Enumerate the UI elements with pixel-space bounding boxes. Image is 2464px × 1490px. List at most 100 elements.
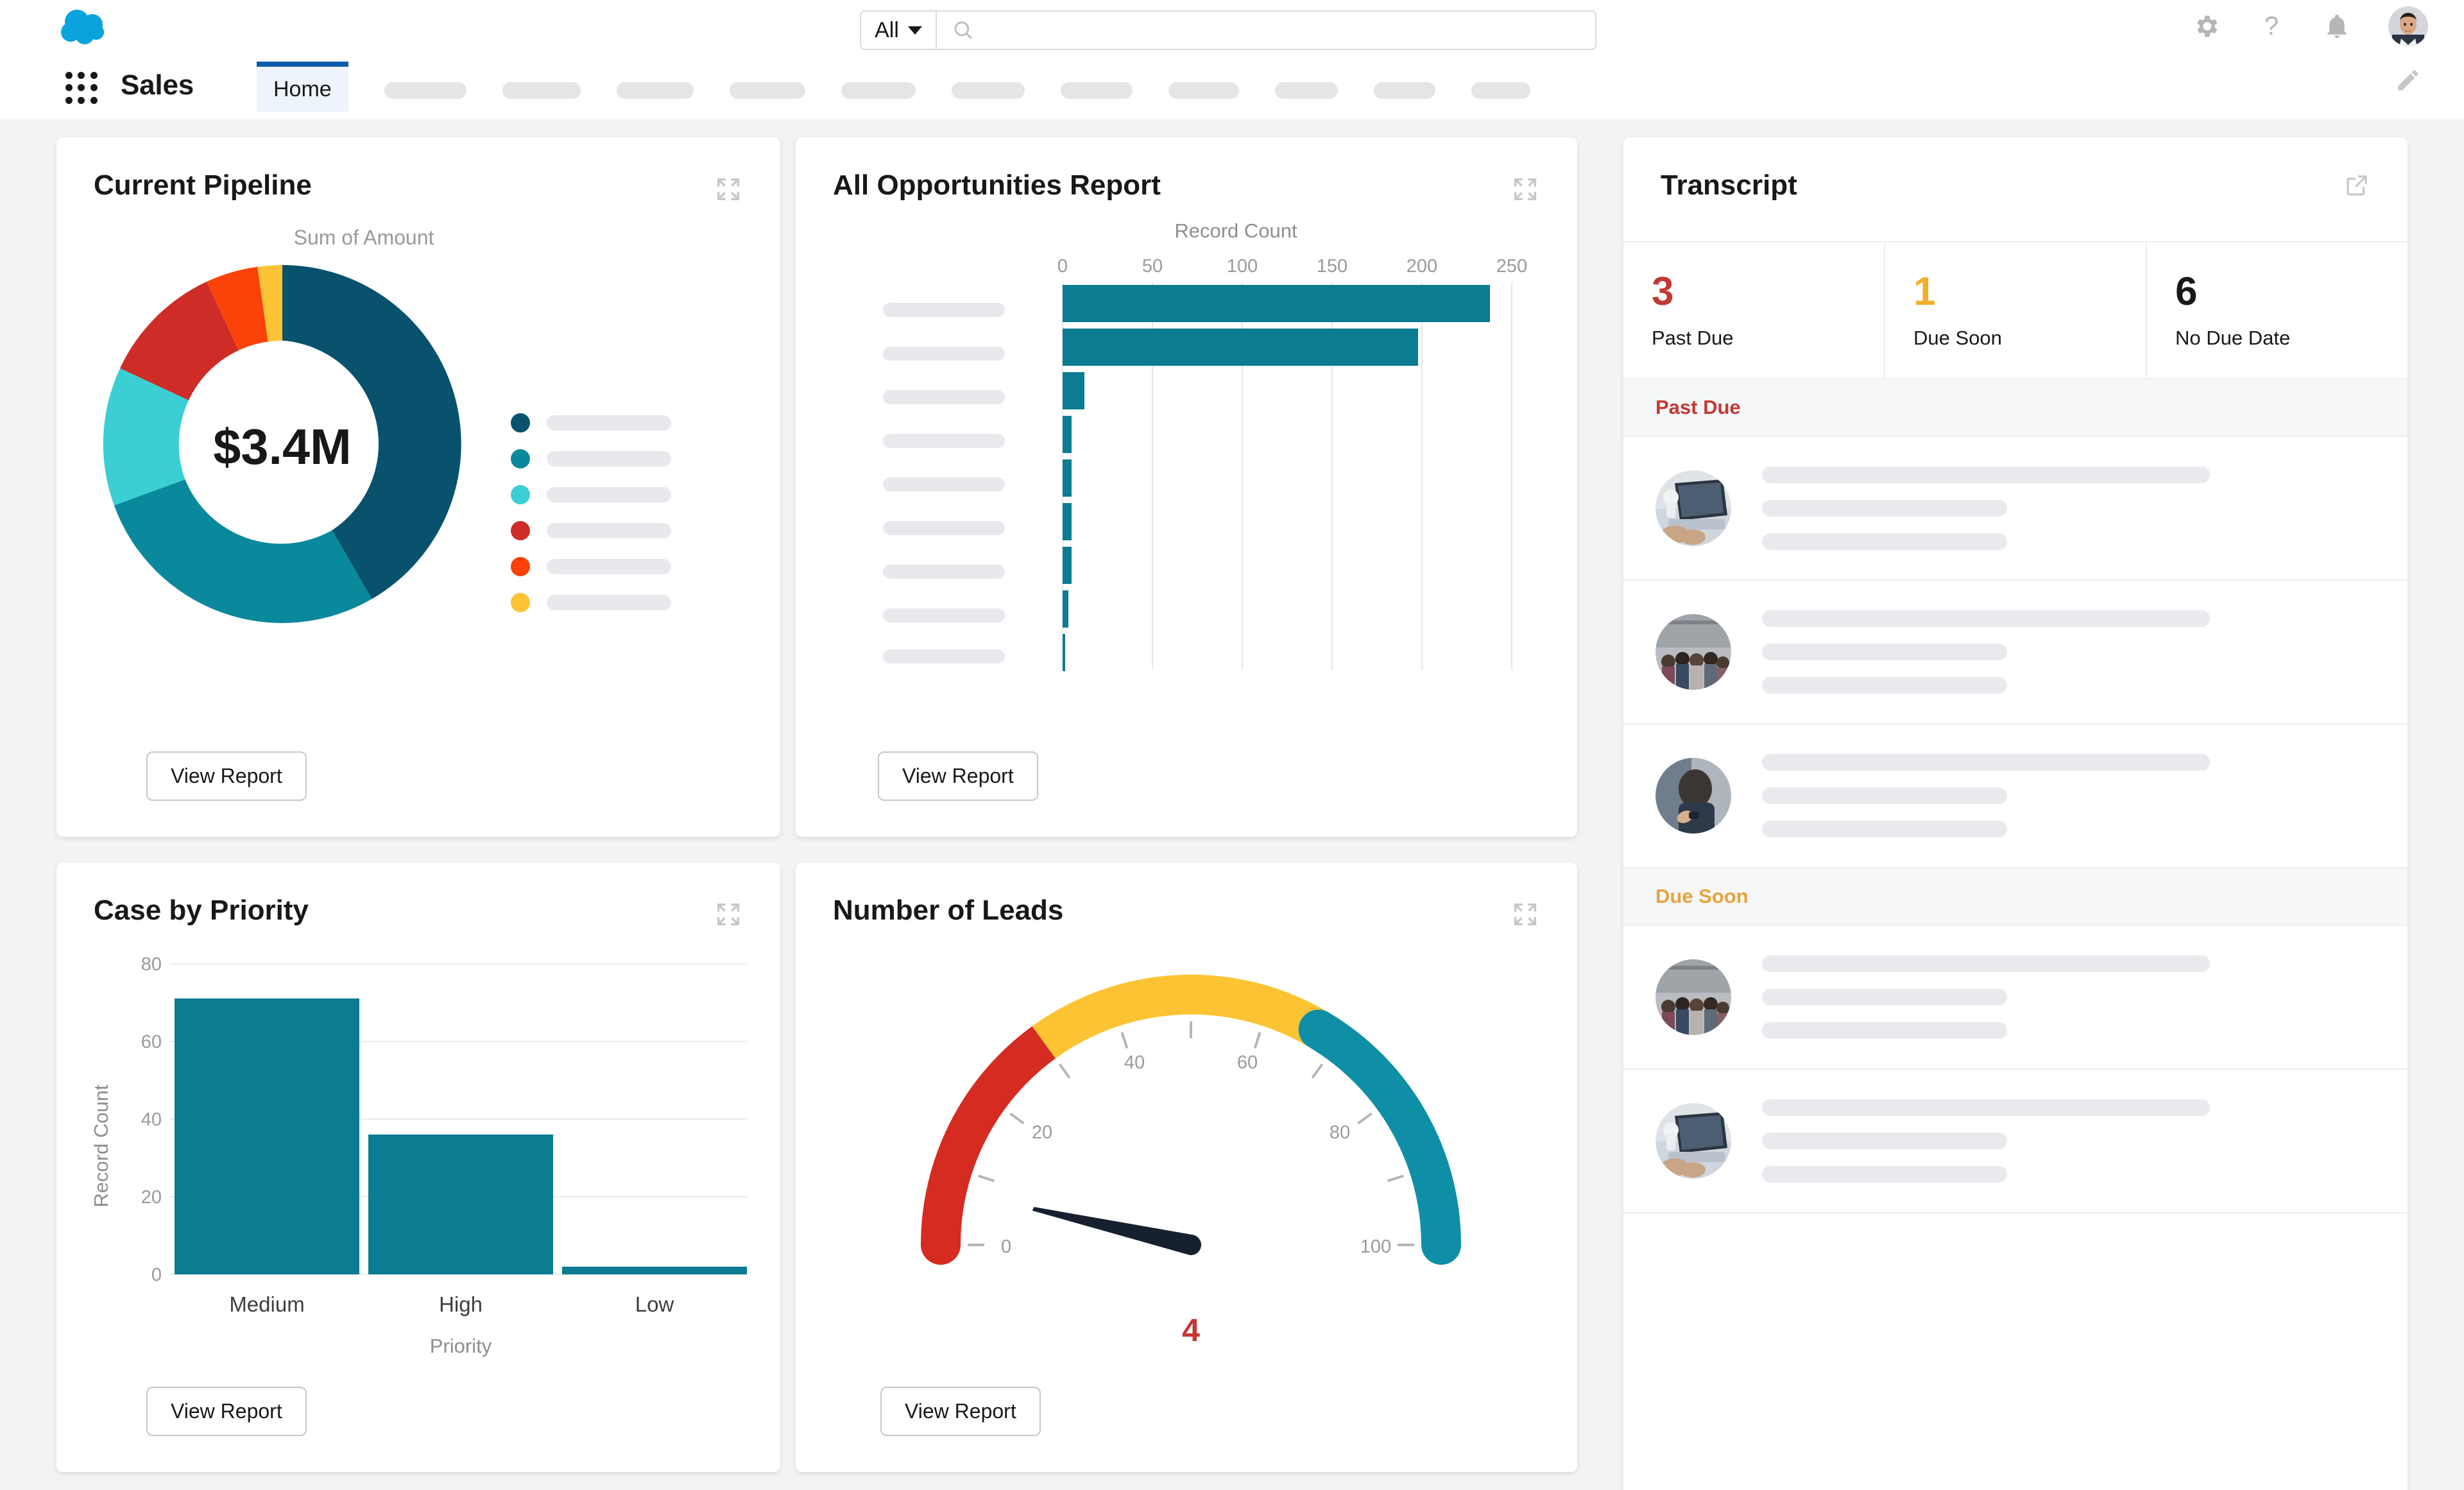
skeleton-line bbox=[1762, 677, 2007, 694]
tab-skeleton[interactable] bbox=[502, 82, 581, 99]
tab-skeleton[interactable] bbox=[952, 82, 1025, 99]
skeleton-line bbox=[1762, 533, 2007, 550]
skeleton-line bbox=[1762, 467, 2210, 483]
legend-label-skeleton bbox=[547, 415, 671, 431]
svg-text:40: 40 bbox=[141, 1109, 162, 1130]
legend-label-skeleton bbox=[547, 559, 671, 574]
pencil-edit-icon[interactable] bbox=[2395, 67, 2422, 94]
gauge-tick-label: 80 bbox=[1330, 1122, 1350, 1143]
stat-label: Due Soon bbox=[1913, 327, 2146, 350]
tab-skeleton[interactable] bbox=[1061, 82, 1133, 99]
svg-text:?: ? bbox=[2264, 12, 2279, 40]
tab-skeleton[interactable] bbox=[1168, 82, 1239, 99]
skeleton-line bbox=[1762, 1022, 2007, 1039]
gauge-tick-label: 20 bbox=[1032, 1122, 1052, 1143]
navigation-tabs: Home bbox=[257, 62, 1530, 119]
tab-skeleton[interactable] bbox=[617, 82, 694, 99]
stat-no-due-date[interactable]: 6 No Due Date bbox=[2147, 243, 2408, 378]
category-label: High bbox=[439, 1292, 483, 1316]
legend-item[interactable] bbox=[511, 413, 671, 432]
pipeline-donut-chart[interactable]: $3.4M bbox=[83, 245, 481, 643]
legend-label-skeleton bbox=[547, 523, 671, 538]
list-item-text-skeleton bbox=[1762, 955, 2375, 1039]
view-report-button[interactable]: View Report bbox=[146, 751, 307, 801]
svg-text:20: 20 bbox=[141, 1187, 162, 1208]
stat-due-soon[interactable]: 1 Due Soon bbox=[1885, 243, 2147, 378]
tab-skeleton[interactable] bbox=[1275, 82, 1338, 99]
view-report-button[interactable]: View Report bbox=[878, 751, 1038, 801]
stat-past-due[interactable]: 3 Past Due bbox=[1623, 243, 1885, 378]
legend-item[interactable] bbox=[511, 557, 671, 576]
expand-icon[interactable] bbox=[714, 175, 743, 204]
search-input[interactable] bbox=[984, 19, 1576, 42]
legend-color-swatch bbox=[511, 593, 530, 612]
section-header-past-due: Past Due bbox=[1623, 379, 2408, 437]
opportunities-bar-chart[interactable]: Record Count 0 50 100 150 200 250 bbox=[812, 221, 1557, 696]
expand-icon[interactable] bbox=[1510, 900, 1540, 929]
view-report-button[interactable]: View Report bbox=[146, 1387, 307, 1436]
tab-skeleton[interactable] bbox=[730, 82, 805, 99]
tab-skeleton[interactable] bbox=[1471, 82, 1530, 99]
gauge-needle bbox=[1029, 1207, 1203, 1256]
external-link-icon[interactable] bbox=[2343, 172, 2370, 199]
legend-item[interactable] bbox=[511, 521, 671, 540]
list-item-text-skeleton bbox=[1762, 1099, 2375, 1183]
legend-color-swatch bbox=[511, 449, 530, 468]
tab-home[interactable]: Home bbox=[257, 62, 348, 112]
card-transcript: Transcript 3 Past Due 1 Due Soon bbox=[1623, 137, 2408, 1490]
card-header: Current Pipeline bbox=[56, 137, 780, 204]
expand-icon[interactable] bbox=[1510, 175, 1540, 204]
card-header: Number of Leads bbox=[796, 862, 1577, 929]
tab-skeleton[interactable] bbox=[1374, 82, 1435, 99]
gauge-value-label: 4 bbox=[1182, 1312, 1200, 1341]
gauge-tick-label: 40 bbox=[1124, 1052, 1145, 1073]
search-input-area[interactable] bbox=[937, 12, 1595, 49]
legend-item[interactable] bbox=[511, 593, 671, 612]
list-item-text-skeleton bbox=[1762, 754, 2375, 837]
help-question-icon[interactable]: ? bbox=[2257, 12, 2286, 40]
user-avatar[interactable] bbox=[2388, 6, 2428, 46]
expand-icon[interactable] bbox=[714, 900, 743, 929]
tab-skeleton[interactable] bbox=[841, 82, 916, 99]
search-scope-dropdown[interactable]: All bbox=[861, 12, 937, 49]
bar bbox=[562, 1267, 747, 1274]
thumbnail-image bbox=[1656, 470, 1731, 546]
app-launcher-grid-icon[interactable] bbox=[62, 68, 101, 108]
gauge-tick-label: 100 bbox=[1360, 1237, 1391, 1257]
salesforce-cloud-logo[interactable] bbox=[56, 8, 116, 47]
page-title: All Opportunities Report bbox=[833, 169, 1161, 201]
notifications-bell-icon[interactable] bbox=[2323, 12, 2351, 40]
chevron-down-icon bbox=[908, 26, 922, 35]
bar bbox=[1063, 634, 1065, 671]
svg-text:80: 80 bbox=[141, 954, 162, 975]
legend-color-swatch bbox=[511, 557, 530, 576]
bar bbox=[1063, 547, 1072, 584]
bar bbox=[1063, 372, 1084, 409]
list-item-text-skeleton bbox=[1762, 467, 2375, 550]
stat-value: 1 bbox=[1913, 271, 2146, 313]
list-item[interactable] bbox=[1623, 926, 2408, 1070]
legend-item[interactable] bbox=[511, 449, 671, 468]
list-item[interactable] bbox=[1623, 437, 2408, 581]
page-title: Transcript bbox=[1661, 169, 1797, 201]
transcript-stats: 3 Past Due 1 Due Soon 6 No Due Date bbox=[1623, 241, 2408, 379]
y-axis-title: Record Count bbox=[90, 1084, 112, 1208]
page-title: Current Pipeline bbox=[94, 169, 312, 201]
svg-text:200: 200 bbox=[1407, 256, 1437, 277]
view-report-button[interactable]: View Report bbox=[880, 1387, 1041, 1436]
card-case-by-priority: Case by Priority Record Count 80 60 40 2… bbox=[56, 862, 780, 1472]
bar bbox=[1063, 416, 1072, 453]
svg-text:0: 0 bbox=[1057, 256, 1068, 277]
list-item[interactable] bbox=[1623, 581, 2408, 724]
setup-gear-icon[interactable] bbox=[2192, 12, 2220, 40]
tab-skeleton[interactable] bbox=[384, 82, 466, 99]
thumbnail-image bbox=[1656, 959, 1731, 1035]
list-item[interactable] bbox=[1623, 1070, 2408, 1213]
svg-text:60: 60 bbox=[141, 1032, 162, 1052]
list-item[interactable] bbox=[1623, 724, 2408, 868]
skeleton-line bbox=[1762, 754, 2210, 771]
case-priority-bar-chart[interactable]: Record Count 80 60 40 20 0 bbox=[80, 934, 773, 1371]
skeleton-line bbox=[1762, 1133, 2007, 1149]
legend-item[interactable] bbox=[511, 485, 671, 504]
leads-gauge-chart[interactable]: 0 20 40 60 80 100 4 bbox=[857, 943, 1525, 1341]
